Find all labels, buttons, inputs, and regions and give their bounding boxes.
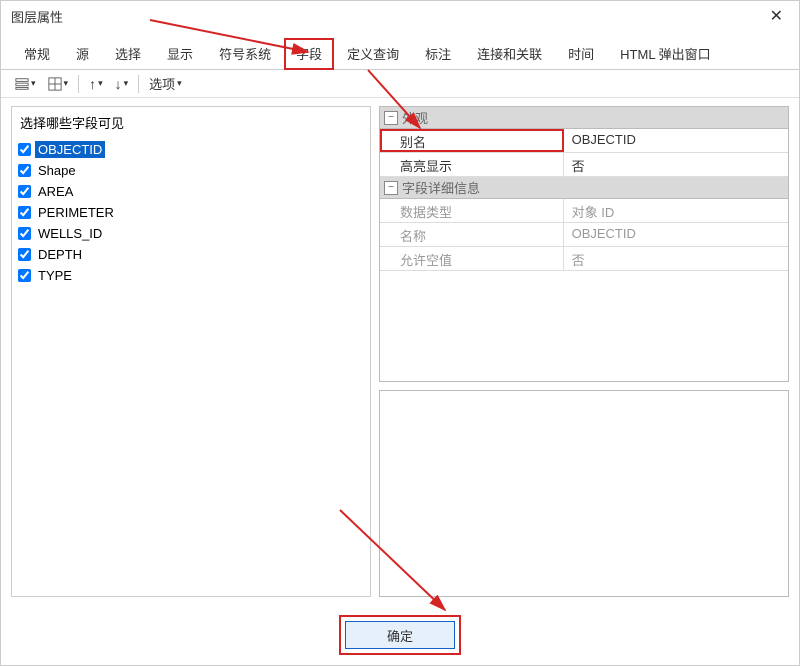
field-checkbox[interactable] [18, 269, 31, 282]
toggle-table-icon[interactable]: ▾ [44, 75, 73, 93]
body: 选择哪些字段可见 OBJECTID Shape AREA PERIMETER [1, 98, 799, 605]
dialog-title: 图层属性 [11, 7, 63, 26]
prop-value[interactable]: OBJECTID [564, 129, 788, 152]
tabs: 常规 源 选择 显示 符号系统 字段 定义查询 标注 连接和关联 时间 HTML… [1, 31, 799, 70]
group-details[interactable]: − 字段详细信息 [380, 177, 788, 199]
field-properties-panel: − 外观 别名 OBJECTID 高亮显示 否 − 字段详细信息 数据类型 [379, 106, 789, 597]
toolbar-separator [78, 75, 79, 93]
field-label: AREA [35, 183, 76, 200]
field-label: Shape [35, 162, 79, 179]
toggle-view-icon[interactable]: ▾ [11, 75, 40, 93]
field-label: TYPE [35, 267, 75, 284]
ok-highlight: 确定 [339, 615, 461, 655]
property-grid: − 外观 别名 OBJECTID 高亮显示 否 − 字段详细信息 数据类型 [379, 106, 789, 382]
tab-general[interactable]: 常规 [11, 37, 63, 69]
field-row[interactable]: DEPTH [18, 244, 364, 264]
prop-value[interactable]: 否 [564, 153, 788, 176]
tab-html[interactable]: HTML 弹出窗口 [607, 37, 724, 69]
prop-key: 数据类型 [380, 199, 564, 222]
collapse-icon[interactable]: − [384, 111, 398, 125]
tab-display[interactable]: 显示 [154, 37, 206, 69]
description-box [379, 390, 789, 597]
field-checkbox[interactable] [18, 185, 31, 198]
prop-value: OBJECTID [564, 223, 788, 246]
group-appearance[interactable]: − 外观 [380, 107, 788, 129]
field-label: WELLS_ID [35, 225, 105, 242]
tab-time[interactable]: 时间 [555, 37, 607, 69]
field-row[interactable]: Shape [18, 160, 364, 180]
field-list: OBJECTID Shape AREA PERIMETER WELLS_ID [12, 138, 370, 596]
prop-key: 允许空值 [380, 247, 564, 270]
move-down-icon[interactable]: ↓▾ [111, 74, 133, 94]
tab-joins[interactable]: 连接和关联 [464, 37, 555, 69]
footer: 确定 [1, 605, 799, 665]
field-label: DEPTH [35, 246, 85, 263]
field-checkbox[interactable] [18, 206, 31, 219]
prop-key: 别名 [380, 129, 564, 152]
field-row[interactable]: PERIMETER [18, 202, 364, 222]
layer-properties-dialog: 图层属性 ✕ 常规 源 选择 显示 符号系统 字段 定义查询 标注 连接和关联 … [0, 0, 800, 666]
prop-value: 否 [564, 247, 788, 270]
field-checkbox[interactable] [18, 164, 31, 177]
ok-button[interactable]: 确定 [345, 621, 455, 649]
field-label: OBJECTID [35, 141, 105, 158]
prop-row-nullable: 允许空值 否 [380, 247, 788, 271]
prop-key: 高亮显示 [380, 153, 564, 176]
collapse-icon[interactable]: − [384, 181, 398, 195]
titlebar: 图层属性 ✕ [1, 1, 799, 31]
tab-fields[interactable]: 字段 [284, 38, 334, 70]
field-checkbox[interactable] [18, 248, 31, 261]
options-dropdown[interactable]: 选项 ▾ [145, 72, 186, 95]
group-label: 外观 [402, 108, 428, 127]
prop-row-alias[interactable]: 别名 OBJECTID [380, 129, 788, 153]
toolbar-separator [138, 75, 139, 93]
field-row[interactable]: TYPE [18, 265, 364, 285]
prop-row-highlight[interactable]: 高亮显示 否 [380, 153, 788, 177]
tab-symbology[interactable]: 符号系统 [206, 37, 284, 69]
prop-row-datatype: 数据类型 对象 ID [380, 199, 788, 223]
prop-key: 名称 [380, 223, 564, 246]
field-row[interactable]: AREA [18, 181, 364, 201]
move-up-icon[interactable]: ↑▾ [85, 74, 107, 94]
field-row[interactable]: OBJECTID [18, 139, 364, 159]
tab-select[interactable]: 选择 [102, 37, 154, 69]
prop-value: 对象 ID [564, 199, 788, 222]
group-label: 字段详细信息 [402, 178, 480, 197]
toolbar: ▾ ▾ ↑▾ ↓▾ 选项 ▾ [1, 70, 799, 98]
close-icon[interactable]: ✕ [764, 4, 789, 28]
tab-source[interactable]: 源 [63, 37, 102, 69]
tab-labels[interactable]: 标注 [412, 37, 464, 69]
field-label: PERIMETER [35, 204, 117, 221]
options-label: 选项 [149, 74, 175, 93]
tab-defquery[interactable]: 定义查询 [334, 37, 412, 69]
field-visibility-panel: 选择哪些字段可见 OBJECTID Shape AREA PERIMETER [11, 106, 371, 597]
field-checkbox[interactable] [18, 143, 31, 156]
field-checkbox[interactable] [18, 227, 31, 240]
prop-row-name: 名称 OBJECTID [380, 223, 788, 247]
field-row[interactable]: WELLS_ID [18, 223, 364, 243]
field-visibility-header: 选择哪些字段可见 [12, 107, 370, 138]
